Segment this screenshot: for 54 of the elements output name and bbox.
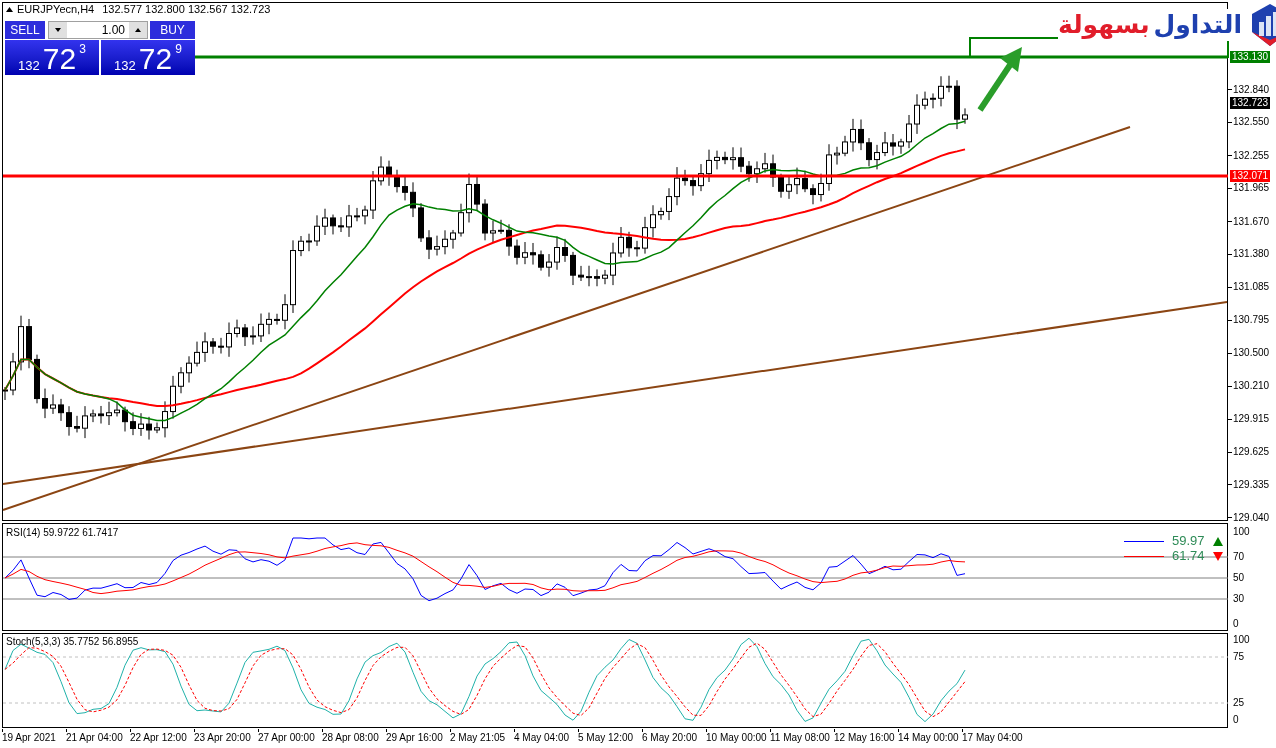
axis-tick-label: 25	[1233, 697, 1245, 709]
price-tick-label: 129.915	[1233, 413, 1270, 426]
price-marker: 132.071	[1230, 170, 1271, 183]
price-tick-label: 132.550	[1233, 116, 1270, 129]
indicator-title: Stoch(5,3,3) 35.7752 56.8955	[6, 636, 139, 648]
time-tick-label: 21 Apr 04:00	[66, 732, 124, 744]
price-tick-label: 130.500	[1233, 347, 1270, 360]
price-tick-label: 132.840	[1233, 83, 1270, 96]
legend-value: 61.74	[1172, 549, 1205, 563]
time-tick-label: 4 May 04:00	[514, 732, 571, 744]
price-tick-label: 131.670	[1233, 215, 1270, 228]
price-tick-label: 130.210	[1233, 380, 1270, 393]
logo-text: بسهولة	[1058, 9, 1150, 41]
time-tick-label: 19 Apr 2021	[2, 732, 57, 744]
price-tick-label: 132.255	[1233, 149, 1270, 162]
time-tick-label: 12 May 16:00	[834, 732, 896, 744]
ohlc-values: 132.577 132.800 132.567 132.723	[102, 3, 271, 16]
time-tick-label: 14 May 00:00	[898, 732, 960, 744]
price-tick-label: 129.625	[1233, 446, 1270, 458]
axis-tick-label: 75	[1233, 651, 1245, 663]
axis-tick-label: 0	[1233, 714, 1239, 726]
axis-tick-label: 70	[1233, 551, 1245, 563]
time-tick-label: 28 Apr 08:00	[322, 732, 380, 744]
indicator-title: RSI(14) 59.9722 61.7417	[6, 527, 119, 539]
collapse-icon[interactable]	[6, 7, 13, 12]
time-tick-label: 11 May 08:00	[770, 732, 831, 744]
time-tick-label: 10 May 00:00	[706, 732, 768, 744]
legend-value: 59.97	[1172, 534, 1205, 548]
price-tick-label: 129.335	[1233, 478, 1270, 491]
price-marker: 132.723	[1230, 96, 1271, 109]
time-tick-label: 29 Apr 16:00	[386, 732, 444, 744]
axis-tick-label: 0	[1233, 618, 1239, 630]
logo-text: التداول	[1153, 9, 1242, 41]
axis-tick-label: 100	[1233, 526, 1250, 538]
price-tick-label: 131.380	[1233, 248, 1270, 261]
sell-button[interactable]: SELL	[5, 21, 45, 39]
axis-tick-label: 100	[1233, 634, 1250, 646]
axis-tick-label: 30	[1233, 593, 1245, 605]
time-tick-label: 27 Apr 00:00	[258, 732, 316, 744]
price-marker: 133.130	[1230, 51, 1271, 63]
price-tick-label: 131.965	[1233, 182, 1270, 195]
price-tick-label: 130.795	[1233, 314, 1270, 327]
time-tick-label: 5 May 12:00	[578, 732, 635, 744]
price-tick-label: 131.085	[1233, 281, 1270, 294]
time-tick-label: 22 Apr 12:00	[130, 732, 188, 744]
time-tick-label: 6 May 20:00	[642, 732, 699, 744]
time-tick-label: 2 May 21:05	[450, 732, 507, 744]
arrow-icon	[977, 47, 1022, 112]
symbol-label: EURJPYecn,H4	[17, 3, 95, 16]
time-tick-label: 17 May 04:00	[962, 732, 1024, 744]
time-tick-label: 23 Apr 20:00	[194, 732, 252, 744]
axis-tick-label: 50	[1233, 572, 1245, 584]
buy-button[interactable]: BUY	[150, 21, 195, 39]
price-tick-label: 129.040	[1233, 511, 1270, 524]
